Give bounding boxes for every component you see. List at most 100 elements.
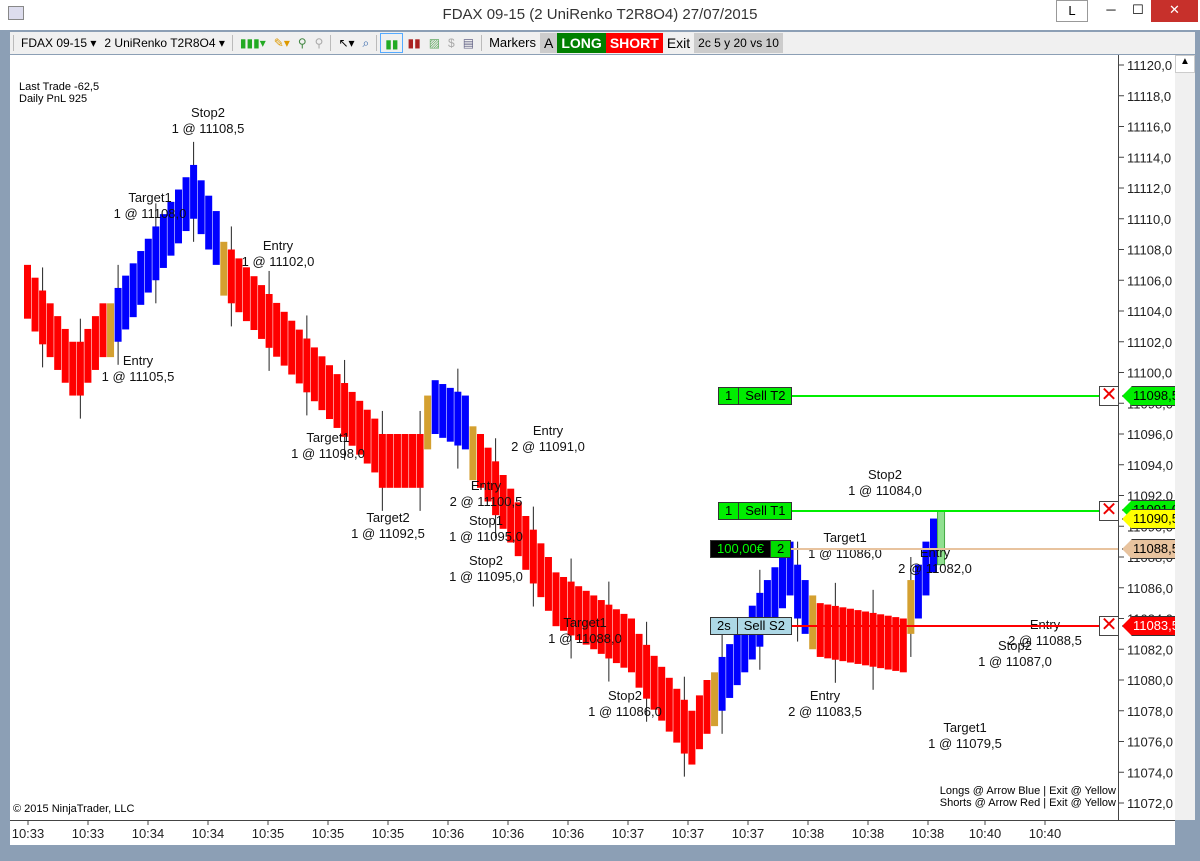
annotation-fill: 1 @ 11092,5	[351, 526, 425, 541]
renko-brick	[409, 434, 417, 488]
annotation-type: Entry	[262, 238, 294, 253]
x-tick-label: 10:34	[132, 826, 165, 841]
annotation-type: Target1	[823, 530, 867, 545]
annotation-type: Target1	[563, 615, 607, 630]
short-button[interactable]: SHORT	[605, 33, 663, 53]
annotation-type: Stop2	[191, 105, 225, 120]
y-tick-label: 11104,0	[1127, 304, 1172, 319]
x-tick-label: 10:38	[852, 826, 885, 841]
annotation-fill: 2 @ 11091,0	[511, 439, 585, 454]
bars-icon[interactable]: ▮▮	[403, 33, 424, 53]
cancel-stop-button[interactable]: ✕	[1099, 615, 1119, 636]
cancel-t1-button[interactable]: ✕	[1099, 500, 1119, 521]
trade-annotation: Target1 1 @ 11079,5	[928, 720, 1002, 752]
renko-brick	[220, 241, 228, 296]
renko-brick	[129, 263, 137, 318]
renko-brick	[416, 434, 424, 488]
position-tag[interactable]: 100,00€ 2	[710, 540, 792, 558]
renko-brick	[695, 695, 703, 750]
price-axis-ticks: 11120,0 11118,0 11116,0 11114,0 11112,0 11110…	[1119, 58, 1173, 811]
renko-brick	[378, 434, 386, 488]
maximize-button[interactable]: ☐	[1125, 0, 1151, 22]
renko-brick	[69, 341, 77, 396]
long-button[interactable]: LONG	[557, 33, 606, 53]
renko-brick	[310, 347, 318, 402]
price-axis[interactable]: 11120,0 11118,0 11116,0 11114,0 11112,0 11110…	[1118, 55, 1175, 820]
cursor-icon[interactable]: ↖▾	[334, 33, 358, 53]
renko-brick	[303, 338, 311, 393]
vertical-scrollbar[interactable]: ▲	[1175, 55, 1195, 820]
search-icon[interactable]: ⌕	[359, 33, 374, 53]
annotation-fill: 1 @ 11087,0	[978, 654, 1052, 669]
annotation-type: Stop2	[469, 553, 503, 568]
renko-brick	[61, 328, 69, 383]
annotation-type: Target1	[128, 190, 172, 205]
exit-button[interactable]: Exit	[663, 33, 694, 53]
y-tick-label: 11102,0	[1127, 335, 1172, 350]
trade-annotation: Target1 1 @ 11108,0	[114, 190, 187, 222]
cancel-t2-button[interactable]: ✕	[1099, 385, 1119, 406]
x-tick-label: 10:40	[1029, 826, 1062, 841]
chart-style-icon[interactable]: ▮▮▮▾	[236, 33, 270, 53]
annotation-fill: 1 @ 11084,0	[848, 483, 922, 498]
annotation-type: Target1	[306, 430, 350, 445]
renko-brick	[446, 387, 454, 442]
drawing-tool-icon[interactable]: ✎▾	[270, 33, 294, 53]
time-axis[interactable]: 10:33 10:33 10:34 10:34 10:35 10:35 10:35 10:36…	[10, 820, 1175, 845]
strategies-icon[interactable]: $	[444, 33, 459, 53]
renko-brick	[779, 554, 786, 609]
strategy-button[interactable]: 2c 5 y 20 vs 10	[694, 33, 783, 53]
zoom-out-icon[interactable]: ⚲	[311, 33, 328, 53]
minimize-button[interactable]: ─	[1097, 0, 1125, 22]
l-button[interactable]: L	[1056, 0, 1088, 22]
renko-brick	[771, 567, 779, 622]
instrument-selector[interactable]: FDAX 09-15 ▾	[17, 33, 100, 53]
order-tag-sell-t1[interactable]: 1 Sell T1	[718, 502, 793, 520]
properties-icon[interactable]: ▤	[459, 33, 478, 53]
renko-brick	[386, 434, 394, 488]
time-axis-ticks: 10:33 10:33 10:34 10:34 10:35 10:35 10:35 10:36…	[12, 821, 1062, 841]
annotation-fill: 1 @ 11095,0	[449, 529, 523, 544]
target2-line	[790, 395, 1108, 397]
y-tick-label: 11074,0	[1127, 765, 1173, 780]
renko-brick	[326, 365, 333, 420]
x-tick-label: 10:35	[312, 826, 345, 841]
x-tick-label: 10:34	[192, 826, 225, 841]
x-tick-label: 10:38	[792, 826, 825, 841]
zoom-in-icon[interactable]: ⚲	[294, 33, 311, 53]
close-button[interactable]: ✕	[1151, 0, 1198, 22]
annotation-type: Entry	[122, 353, 154, 368]
y-tick-label: 11094,0	[1127, 458, 1173, 473]
trade-annotation: Target1 1 @ 11088,0	[548, 615, 622, 647]
renko-brick	[809, 595, 817, 650]
annotation-fill: 1 @ 11102,0	[241, 254, 315, 269]
stop-line	[790, 625, 1108, 627]
trade-annotation: Entry 2 @ 11100,5	[450, 478, 523, 510]
chart-trader-icon[interactable]: ▮▮	[380, 33, 404, 53]
renko-brick	[273, 302, 281, 357]
y-tick-label: 11108,0	[1127, 243, 1172, 258]
x-tick-label: 10:36	[492, 826, 525, 841]
renko-brick	[439, 384, 447, 438]
order-tag-sell-s2[interactable]: 2s Sell S2	[710, 617, 792, 635]
bar-type-selector[interactable]: 2 UniRenko T2R8O4 ▾	[100, 33, 229, 53]
y-tick-label: 11120,0	[1127, 58, 1172, 73]
x-tick-label: 10:36	[552, 826, 585, 841]
position-line	[790, 548, 1118, 550]
renko-brick	[794, 564, 802, 619]
legend-longs: Longs @ Arrow Blue | Exit @ Yellow	[939, 785, 1116, 797]
scroll-up-arrow[interactable]: ▲	[1175, 55, 1195, 73]
x-tick-label: 10:36	[432, 826, 465, 841]
chart-panel[interactable]: Last Trade -62,5 Daily PnL 925 © 2015 Ni…	[10, 55, 1118, 820]
annotation-type: Stop2	[608, 688, 642, 703]
window-title: FDAX 09-15 (2 UniRenko T2R8O4) 27/07/201…	[442, 6, 758, 23]
renko-brick	[673, 688, 681, 743]
renko-brick	[84, 328, 92, 383]
a-button[interactable]: A	[540, 33, 558, 53]
renko-brick	[197, 180, 205, 235]
annotation-fill: 1 @ 11095,0	[449, 569, 523, 584]
indicators-icon[interactable]: ▨	[425, 33, 444, 53]
markers-button[interactable]: Markers	[485, 33, 540, 53]
renko-brick	[461, 395, 469, 450]
order-tag-sell-t2[interactable]: 1 Sell T2	[718, 387, 793, 405]
